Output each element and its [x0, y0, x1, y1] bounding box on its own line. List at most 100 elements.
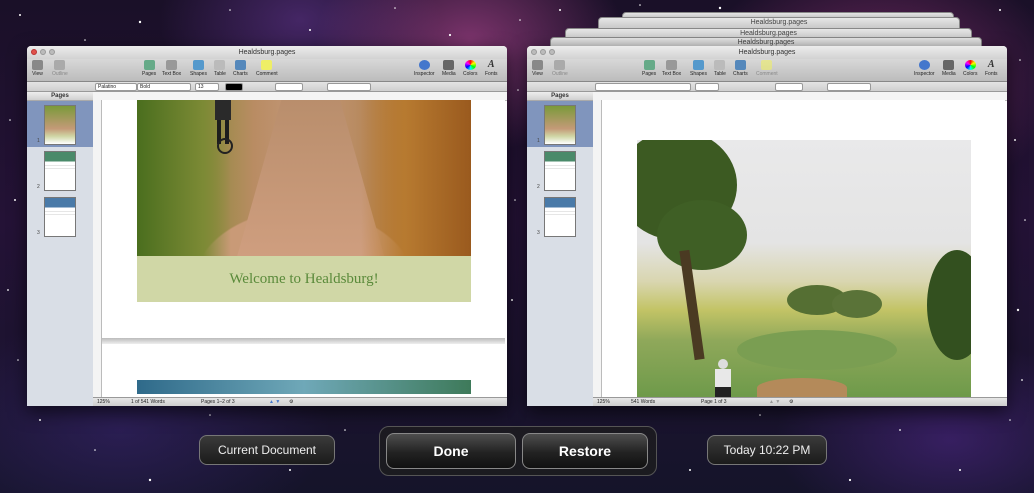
toolbar-comment-button[interactable]: Comment: [256, 60, 278, 77]
font-size-select[interactable]: [695, 83, 719, 91]
toolbar-inspector-button[interactable]: Inspector: [914, 60, 935, 77]
alignment-buttons[interactable]: [327, 83, 371, 91]
close-button[interactable]: [31, 49, 37, 55]
pages-sidebar-header: Pages: [27, 92, 93, 101]
view-icon: [32, 60, 43, 70]
toolbar-media-button[interactable]: Media: [442, 60, 456, 77]
font-size-select[interactable]: 13: [195, 83, 219, 91]
word-count: 1 of 541 Words: [131, 399, 165, 405]
minimize-button[interactable]: [40, 49, 46, 55]
welcome-text[interactable]: Welcome to Healdsburg!: [137, 256, 471, 302]
cyclist-figure: [215, 100, 233, 154]
left-format-bar: Palatino Bold 13: [27, 82, 507, 92]
version-action-bar: Done Restore: [379, 426, 657, 476]
left-window-titlebar[interactable]: Healdsburg.pages: [27, 46, 507, 59]
fonts-icon: A: [487, 59, 495, 70]
left-window-title: Healdsburg.pages: [238, 49, 296, 56]
action-gear-icon[interactable]: ⚙: [289, 398, 293, 406]
toolbar-fonts-button[interactable]: A Fonts: [985, 60, 998, 78]
version-timestamp[interactable]: Today 10:22 PM: [707, 435, 827, 465]
font-family-select[interactable]: Palatino: [95, 83, 137, 91]
toolbar-comment-button[interactable]: Comment: [756, 60, 778, 77]
page-2-photo-preview: [137, 380, 471, 394]
font-style-select[interactable]: Bold: [137, 83, 191, 91]
page-thumbnail-3[interactable]: 3: [527, 193, 593, 239]
toolbar-outline-button[interactable]: Outline: [552, 60, 568, 77]
font-family-select[interactable]: [595, 83, 691, 91]
comment-icon: [261, 60, 273, 70]
pages-sidebar-header: Pages: [527, 92, 593, 101]
shapes-icon: [192, 60, 204, 70]
right-toolbar: View Outline Pages Text Box Shapes Table…: [527, 59, 1007, 82]
thumbnail-image: [44, 151, 76, 191]
zoom-button[interactable]: [49, 49, 55, 55]
toolbar-textbox-button[interactable]: Text Box: [162, 60, 181, 77]
toolbar-colors-button[interactable]: Colors: [963, 60, 977, 77]
bold-italic-underline[interactable]: [275, 83, 303, 91]
page-thumbnail-1[interactable]: 1: [527, 101, 593, 147]
left-pages-sidebar: Pages 1 2 3: [27, 92, 94, 406]
thumbnail-image: [544, 105, 576, 145]
vertical-ruler[interactable]: [593, 100, 602, 398]
toolbar-table-button[interactable]: Table: [714, 60, 726, 77]
toolbar-charts-button[interactable]: Charts: [733, 60, 748, 77]
toolbar-table-button[interactable]: Table: [214, 60, 226, 77]
restore-button[interactable]: Restore: [522, 433, 648, 469]
left-toolbar: View Outline Pages Text Box Shapes Table…: [27, 59, 507, 82]
toolbar-colors-button[interactable]: Colors: [463, 60, 477, 77]
page-break: [102, 338, 505, 344]
page-thumbnail-2[interactable]: 2: [27, 147, 93, 193]
minimize-button[interactable]: [540, 49, 546, 55]
toolbar-outline-button[interactable]: Outline: [52, 60, 68, 77]
alignment-buttons[interactable]: [827, 83, 871, 91]
page-indicator: Pages 1–2 of 3: [201, 399, 235, 405]
dirt-path: [757, 378, 847, 397]
zoom-button[interactable]: [549, 49, 555, 55]
zoom-level[interactable]: 125%: [97, 398, 110, 406]
toolbar-pages-button[interactable]: Pages: [142, 60, 156, 77]
page-nav-arrows[interactable]: ▲ ▼: [769, 398, 780, 406]
cyclist-figure: [715, 359, 731, 397]
left-document-canvas[interactable]: Welcome to Healdsburg!: [102, 100, 505, 398]
media-icon: [443, 60, 455, 70]
toolbar-fonts-button[interactable]: A Fonts: [485, 59, 498, 78]
toolbar-charts-button[interactable]: Charts: [233, 60, 248, 77]
word-count: 541 Words: [631, 399, 656, 405]
toolbar-textbox-button[interactable]: Text Box: [662, 60, 681, 77]
view-icon: [532, 60, 543, 70]
page-thumbnail-2[interactable]: 2: [527, 147, 593, 193]
toolbar-shapes-button[interactable]: Shapes: [690, 60, 707, 77]
outline-icon: [54, 60, 66, 70]
table-icon: [214, 60, 226, 70]
toolbar-inspector-button[interactable]: Inspector: [414, 60, 435, 77]
colors-icon: [964, 60, 976, 70]
page-nav-arrows[interactable]: ▲ ▼: [269, 398, 280, 406]
page-thumbnail-1[interactable]: 1: [27, 101, 93, 147]
media-icon: [943, 60, 955, 70]
inspector-icon: [418, 60, 430, 70]
pages-icon: [643, 60, 655, 70]
bold-italic-underline[interactable]: [775, 83, 803, 91]
right-document-window[interactable]: Healdsburg.pages View Outline Pages Text…: [527, 46, 1007, 406]
right-window-titlebar[interactable]: Healdsburg.pages: [527, 46, 1007, 59]
current-document-button[interactable]: Current Document: [199, 435, 335, 465]
toolbar-shapes-button[interactable]: Shapes: [190, 60, 207, 77]
right-document-canvas[interactable]: [602, 100, 1005, 398]
zoom-level[interactable]: 125%: [597, 398, 610, 406]
toolbar-view-button[interactable]: View: [532, 60, 543, 77]
textbox-icon: [166, 60, 178, 70]
close-button[interactable]: [531, 49, 537, 55]
welcome-banner: Welcome to Healdsburg!: [137, 256, 471, 302]
pages-icon: [143, 60, 155, 70]
vertical-ruler[interactable]: [93, 100, 102, 398]
toolbar-media-button[interactable]: Media: [942, 60, 956, 77]
text-color-swatch[interactable]: [225, 83, 243, 91]
action-gear-icon[interactable]: ⚙: [789, 398, 793, 406]
page-thumbnail-3[interactable]: 3: [27, 193, 93, 239]
textbox-icon: [666, 60, 678, 70]
left-document-window[interactable]: Healdsburg.pages View Outline Pages Text…: [27, 46, 507, 406]
toolbar-view-button[interactable]: View: [32, 60, 43, 77]
toolbar-pages-button[interactable]: Pages: [642, 60, 656, 77]
done-button[interactable]: Done: [386, 433, 516, 469]
right-status-bar: 125% 541 Words Page 1 of 3 ▲ ▼ ⚙: [593, 397, 1007, 406]
